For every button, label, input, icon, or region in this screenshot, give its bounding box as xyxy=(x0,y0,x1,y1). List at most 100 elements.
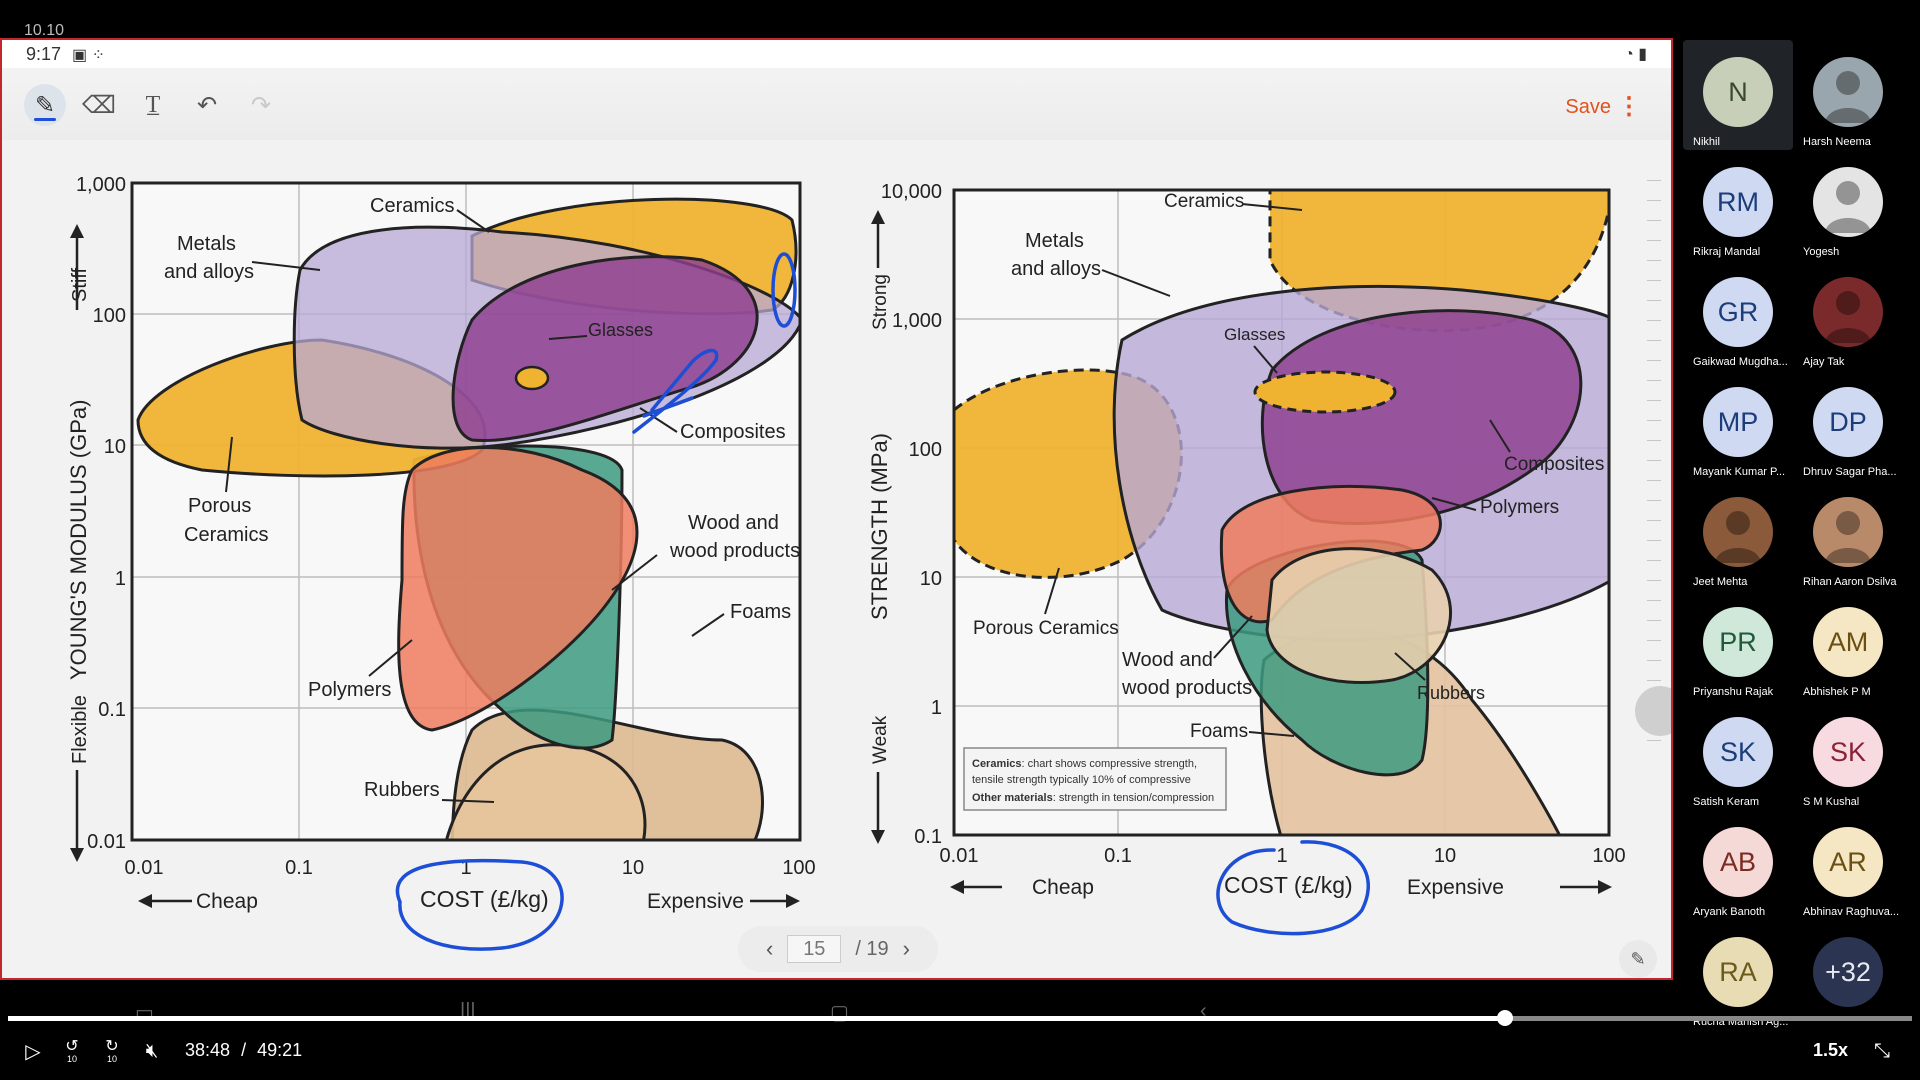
participant-tile[interactable]: Jeet Mehta xyxy=(1683,480,1793,590)
participant-name: Satish Keram xyxy=(1693,796,1760,808)
right-label-composites: Composites xyxy=(1504,454,1604,475)
left-y-top-label: Stiff xyxy=(69,267,91,302)
left-y-tick-1: 1 xyxy=(115,568,126,590)
right-y-tick-1000: 1,000 xyxy=(892,310,942,332)
left-x-tick-100: 100 xyxy=(782,857,815,879)
seek-bar-played xyxy=(8,1016,1505,1021)
participant-name: Jeet Mehta xyxy=(1693,576,1748,588)
participant-photo xyxy=(1813,167,1883,237)
eraser-tool-button[interactable]: ⌫ xyxy=(78,84,120,126)
participant-tile[interactable]: +32 xyxy=(1793,920,1903,1030)
slide-content: Ceramics Metals and alloys Glasses Compo… xyxy=(2,140,1671,978)
participant-name: Rikraj Mandal xyxy=(1693,246,1761,258)
right-label-porous: Porous Ceramics xyxy=(973,618,1119,639)
participant-tile[interactable]: AR Abhinav Raghuva... xyxy=(1793,810,1903,920)
participant-tile[interactable]: PR Priyanshu Rajak xyxy=(1683,590,1793,700)
left-x-left-label: Cheap xyxy=(196,890,258,913)
rewind-10-button[interactable]: ↺ 10 xyxy=(56,1032,88,1070)
undo-icon: ↶ xyxy=(196,91,218,119)
participant-tile[interactable]: RA Rucha Manish Ag... xyxy=(1683,920,1793,1030)
next-page-icon[interactable]: › xyxy=(903,936,910,962)
participant-photo xyxy=(1813,497,1883,567)
seek-handle[interactable] xyxy=(1496,1010,1513,1026)
left-x-tick-0.1: 0.1 xyxy=(285,857,313,879)
exit-fullscreen-icon[interactable]: ⤡ xyxy=(1866,1032,1898,1070)
right-x-tick-100: 100 xyxy=(1592,845,1625,867)
pen-tool-button[interactable]: ✎ xyxy=(24,84,66,126)
participant-tile[interactable]: SK S M Kushal xyxy=(1793,700,1903,810)
edit-annotation-icon[interactable]: ✎ xyxy=(1619,940,1657,978)
right-x-tick-10: 10 xyxy=(1434,845,1456,867)
status-time: 9:17 xyxy=(26,44,62,64)
participant-tile[interactable]: AB Aryank Banoth xyxy=(1683,810,1793,920)
left-x-tick-0.01: 0.01 xyxy=(125,857,164,879)
right-x-tick-0.1: 0.1 xyxy=(1104,845,1132,867)
text-tool-button[interactable]: T̲ xyxy=(132,84,174,126)
pen-color-indicator xyxy=(34,118,56,121)
participant-tile[interactable]: N Nikhil xyxy=(1683,40,1793,150)
right-label-rubbers: Rubbers xyxy=(1417,683,1485,703)
right-y-tick-100: 100 xyxy=(909,439,942,461)
right-label-metals-2: and alloys xyxy=(1011,258,1101,280)
forward-10-button[interactable]: ↻ 10 xyxy=(96,1032,128,1070)
left-label-porous-2: Ceramics xyxy=(184,524,268,546)
participant-tile[interactable]: Ajay Tak xyxy=(1793,260,1903,370)
rewind-icon: ↺ xyxy=(65,1037,79,1055)
participant-name: Dhruv Sagar Pha... xyxy=(1803,466,1897,478)
save-button[interactable]: Save xyxy=(1565,96,1611,119)
participant-tile[interactable]: GR Gaikwad Mugdha... xyxy=(1683,260,1793,370)
participant-tile[interactable]: AM Abhishek P M xyxy=(1793,590,1903,700)
participants-panel: N Nikhil Harsh Neema RM Rikraj Mandal Yogesh G… xyxy=(1683,40,1920,1030)
right-y-top-label: Strong xyxy=(870,274,891,330)
left-label-metals-2: and alloys xyxy=(164,261,254,283)
note-other-rest: : strength in tension/compression xyxy=(1053,792,1214,804)
note-other-bold: Other materials xyxy=(972,792,1053,804)
participant-avatar: AB xyxy=(1703,827,1773,897)
participant-name: Aryank Banoth xyxy=(1693,906,1766,918)
left-label-ceramics: Ceramics xyxy=(370,195,454,217)
left-label-polymers: Polymers xyxy=(308,679,391,701)
participant-tile[interactable]: Harsh Neema xyxy=(1793,40,1903,150)
page-total: / 19 xyxy=(855,937,889,960)
video-player: 10.10 9:17 ▣ ⁘ ◔ ▮ ✎ ⌫ T̲ ↶ ↷ Save ⋮ Cer… xyxy=(0,0,1920,1080)
prev-page-icon[interactable]: ‹ xyxy=(766,936,773,962)
left-y-tick-10: 10 xyxy=(104,436,126,458)
annotation-toolbar: ✎ ⌫ T̲ ↶ ↷ Save ⋮ xyxy=(2,68,1671,140)
notification-icons: ▣ ⁘ xyxy=(72,47,105,64)
right-y-tick-0.1: 0.1 xyxy=(914,826,942,848)
undo-button[interactable]: ↶ xyxy=(186,84,228,126)
left-label-foams: Foams xyxy=(730,601,791,623)
left-label-wood-1: Wood and xyxy=(688,512,779,534)
participant-avatar: AM xyxy=(1813,607,1883,677)
more-options-icon[interactable]: ⋮ xyxy=(1617,92,1641,121)
right-y-tick-10000: 10,000 xyxy=(881,181,942,203)
time-separator: / xyxy=(241,1040,247,1060)
left-y-tick-100: 100 xyxy=(93,305,126,327)
redo-icon: ↷ xyxy=(250,91,272,119)
participant-tile[interactable]: DP Dhruv Sagar Pha... xyxy=(1793,370,1903,480)
rewind-seconds: 10 xyxy=(66,1053,77,1064)
right-label-wood-2: wood products xyxy=(1121,677,1252,699)
participant-photo xyxy=(1703,497,1773,567)
play-icon[interactable]: ▷ xyxy=(18,1032,48,1070)
participant-avatar: N xyxy=(1703,57,1773,127)
participant-tile[interactable]: Yogesh xyxy=(1793,150,1903,260)
playback-speed-button[interactable]: 1.5x xyxy=(1813,1040,1848,1061)
tablet-nav-screenshot-icon: ▭ xyxy=(135,1002,154,1024)
mute-icon[interactable]: 🔇︎ xyxy=(136,1032,168,1070)
wifi-battery-icon: ◔ ▮ xyxy=(1624,46,1647,63)
participant-tile[interactable]: RM Rikraj Mandal xyxy=(1683,150,1793,260)
participant-name: Abhinav Raghuva... xyxy=(1803,906,1900,918)
participant-tile[interactable]: MP Mayank Kumar P... xyxy=(1683,370,1793,480)
right-label-metals-1: Metals xyxy=(1025,230,1084,252)
right-x-tick-1: 1 xyxy=(1276,845,1287,867)
participant-name: Priyanshu Rajak xyxy=(1693,686,1774,698)
participant-avatar: RA xyxy=(1703,937,1773,1007)
page-number-input[interactable]: 15 xyxy=(787,935,842,963)
page-navigator: ‹ 15 / 19 › xyxy=(738,926,938,972)
redo-button[interactable]: ↷ xyxy=(240,84,282,126)
left-label-metals-1: Metals xyxy=(177,233,236,255)
participant-tile[interactable]: Rihan Aaron Dsilva xyxy=(1793,480,1903,590)
participant-tile[interactable]: SK Satish Keram xyxy=(1683,700,1793,810)
forward-seconds: 10 xyxy=(106,1053,117,1064)
